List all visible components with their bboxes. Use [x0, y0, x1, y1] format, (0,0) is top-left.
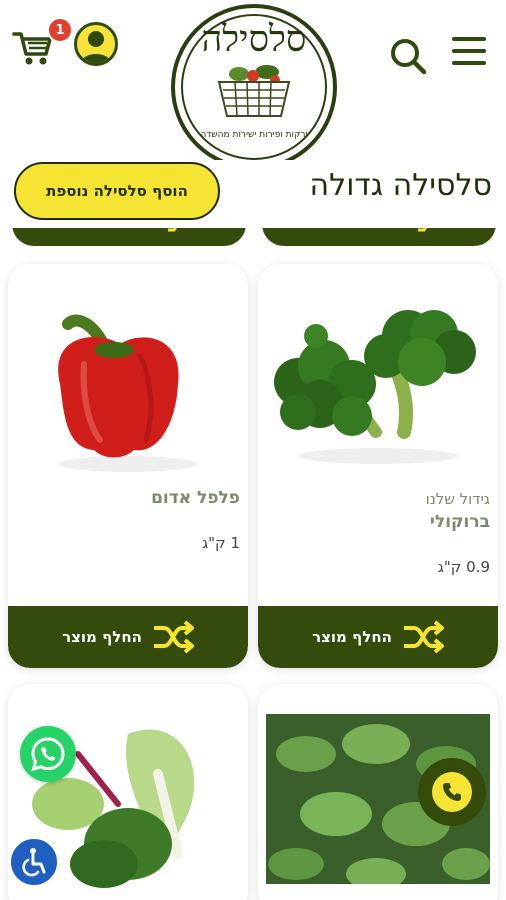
- site-logo[interactable]: סלסילה ירקות ופירות ישירות מהשדה: [171, 4, 337, 170]
- shuffle-icon: [403, 620, 444, 654]
- logo-subtitle: ירקות ופירות ישירות מהשדה: [200, 130, 308, 140]
- add-basket-button[interactable]: הוסף סלסילה נוספת: [14, 162, 220, 220]
- product-name: ברוקולי: [429, 512, 490, 532]
- search-icon: [391, 39, 427, 75]
- swap-product-label: החלף מוצר: [312, 628, 392, 646]
- product-card-broccoli[interactable]: גידול שלנו ברוקולי 0.9 ק"ג החלף מוצר: [258, 264, 498, 668]
- shuffle-icon: [153, 620, 194, 654]
- accessibility-icon: [22, 848, 46, 877]
- product-quantity: 1 ק"ג: [201, 534, 240, 552]
- phone-button-inner: [432, 772, 472, 812]
- page-title: סלסילה גדולה: [309, 168, 492, 203]
- whatsapp-button[interactable]: [20, 726, 76, 782]
- logo-title: סלסילה: [201, 19, 307, 60]
- basket-title-row: הוסף סלסילה נוספת סלסילה גדולה: [0, 160, 506, 228]
- product-image-broccoli: [258, 264, 498, 484]
- swap-product-button[interactable]: החלף מוצר: [8, 606, 248, 668]
- user-account-button[interactable]: [74, 22, 118, 66]
- user-icon: [81, 31, 111, 63]
- menu-button[interactable]: [450, 34, 488, 68]
- product-quantity: 0.9 ק"ג: [437, 558, 490, 576]
- swap-product-label: החלף מוצר: [62, 628, 142, 646]
- product-card-red-pepper[interactable]: פלפל אדום 1 ק"ג החלף מוצר: [8, 264, 248, 668]
- basket-illustration: [217, 65, 291, 117]
- product-tag: גידול שלנו: [425, 490, 490, 508]
- product-name: פלפל אדום: [151, 488, 240, 508]
- search-button[interactable]: [388, 36, 428, 76]
- accessibility-button[interactable]: [8, 836, 60, 888]
- phone-icon: [443, 783, 461, 801]
- product-image-red-pepper: [8, 264, 248, 484]
- site-header: 1 סלסילה ירקות ופירות ישירות מהשדה: [0, 0, 506, 170]
- phone-call-button[interactable]: [418, 758, 486, 826]
- hamburger-menu-icon: [452, 37, 486, 65]
- swap-product-button[interactable]: החלף מוצר: [258, 606, 498, 668]
- cart-count-badge: 1: [47, 17, 73, 43]
- whatsapp-icon: [31, 737, 65, 772]
